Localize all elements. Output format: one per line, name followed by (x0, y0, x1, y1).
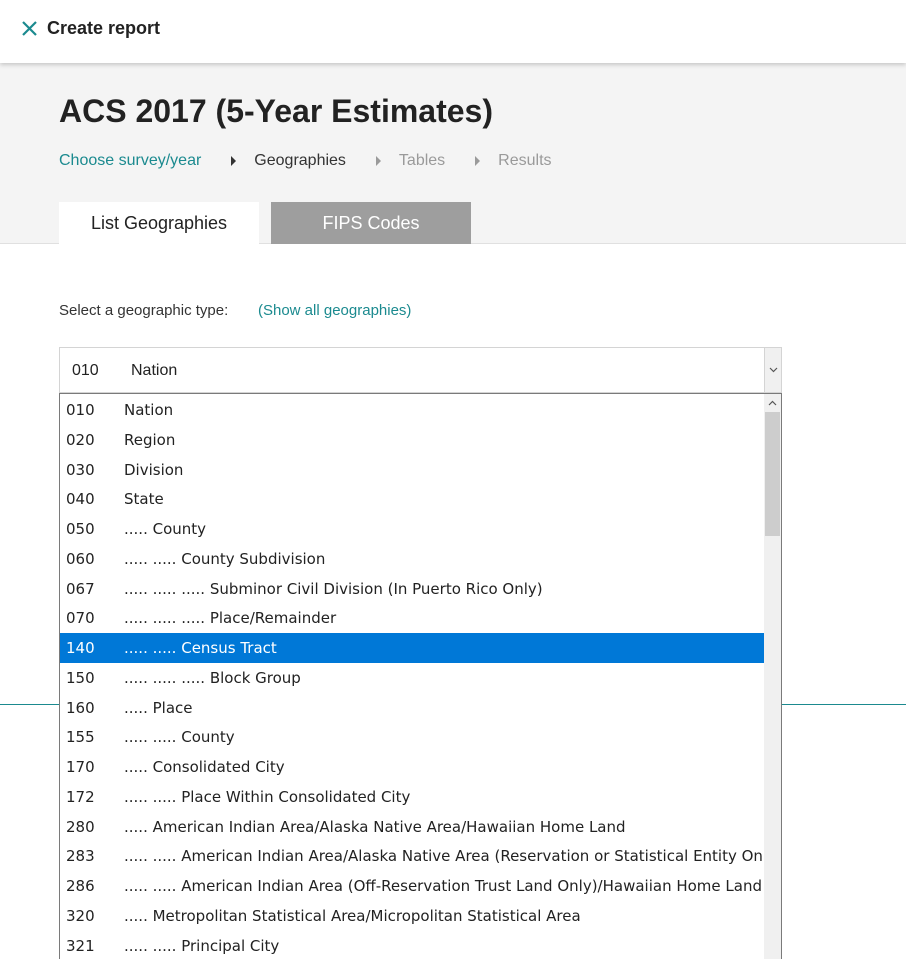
option-code: 067 (66, 579, 95, 598)
show-all-geographies-link[interactable]: (Show all geographies) (258, 302, 411, 320)
select-value: Nation (131, 362, 178, 379)
dropdown-option[interactable]: 286 ..... ..... American Indian Area (Off… (60, 871, 765, 901)
select-code: 010 (72, 362, 99, 379)
dropdown-option[interactable]: 160 ..... Place (60, 693, 765, 723)
tab-list-geographies[interactable]: List Geographies (59, 202, 259, 245)
top-bar: Create report (0, 0, 906, 63)
option-code: 283 (66, 847, 95, 866)
divider-line (782, 704, 906, 705)
step-tables: Tables (398, 152, 446, 169)
chevron-right-icon (231, 156, 237, 166)
option-name: ..... ..... County Subdivision (124, 549, 326, 568)
option-code: 070 (66, 609, 95, 628)
dropdown-option[interactable]: 280 ..... American Indian Area/Alaska Nat… (60, 812, 765, 842)
dialog-title: Create report (47, 18, 161, 38)
dropdown-option[interactable]: 067 ..... ..... ..... Subminor Civil Divi… (60, 574, 765, 604)
option-name: ..... ..... ..... Subminor Civil Divisio… (124, 579, 543, 598)
dropdown-option[interactable]: 040 State (60, 484, 765, 514)
option-code: 030 (66, 460, 95, 479)
geographic-type-dropdown[interactable]: 010 Nation 020 Region 030 Division 040 State… (59, 393, 782, 959)
option-name: ..... ..... ..... Block Group (124, 668, 301, 687)
dropdown-option[interactable]: 283 ..... ..... American Indian Area/Alas… (60, 841, 781, 871)
close-icon[interactable] (19, 17, 41, 39)
option-code: 160 (66, 698, 95, 717)
option-code: 286 (66, 877, 95, 895)
dropdown-option[interactable]: 170 ..... Consolidated City (60, 752, 765, 782)
scrollbar-thumb[interactable] (765, 412, 780, 536)
option-code: 320 (66, 906, 95, 925)
dropdown-option[interactable]: 150 ..... ..... ..... Block Group (60, 663, 765, 693)
dropdown-option[interactable]: 050 ..... County (60, 514, 765, 544)
option-name: ..... ..... American Indian Area (Off-Re… (124, 877, 762, 895)
option-code: 150 (66, 668, 95, 687)
option-code: 010 (66, 401, 95, 419)
dropdown-option[interactable]: 321 ..... ..... Principal City (60, 931, 765, 959)
option-name: ..... Consolidated City (124, 758, 285, 776)
option-code: 060 (66, 549, 95, 568)
dropdown-scrollbar[interactable] (764, 394, 781, 959)
dropdown-option[interactable]: 030 Division (60, 455, 765, 485)
dropdown-option[interactable]: 172 ..... ..... Place Within Consolidated… (60, 782, 765, 812)
step-geographies: Geographies (254, 152, 346, 169)
option-name: ..... ..... Principal City (124, 936, 280, 955)
scroll-up-arrow-icon[interactable] (764, 394, 781, 411)
dropdown-option-selected[interactable]: 140 ..... ..... Census Tract (60, 633, 765, 663)
dropdown-option[interactable]: 060 ..... ..... County Subdivision (60, 544, 765, 574)
step-choose-survey[interactable]: Choose survey/year (59, 151, 201, 171)
option-name: ..... ..... American Indian Area/Alaska … (124, 847, 782, 866)
dropdown-option[interactable]: 010 Nation (60, 395, 765, 425)
option-name: ..... Place (124, 698, 193, 717)
option-code: 020 (66, 430, 95, 449)
option-name: Nation (124, 401, 174, 419)
option-name: Division (124, 460, 184, 479)
chevron-down-icon[interactable] (764, 348, 781, 392)
option-code: 140 (66, 639, 95, 657)
option-code: 040 (66, 490, 95, 509)
dropdown-option[interactable]: 155 ..... ..... County (60, 722, 765, 752)
option-code: 170 (66, 758, 95, 776)
chevron-right-icon (475, 156, 481, 166)
breadcrumb: Choose survey/year Geographies Tables Re… (59, 151, 552, 171)
tab-fips-codes[interactable]: FIPS Codes (271, 202, 471, 244)
option-name: State (124, 490, 164, 509)
option-name: ..... ..... County (124, 728, 235, 747)
option-code: 172 (66, 787, 95, 806)
option-name: ..... County (124, 520, 207, 538)
dropdown-option[interactable]: 320 ..... Metropolitan Statistical Area/M… (60, 901, 765, 931)
report-header: ACS 2017 (5-Year Estimates) Choose surve… (0, 63, 906, 245)
option-name: Region (124, 430, 176, 449)
divider-line (0, 704, 59, 705)
option-name: ..... ..... ..... Place/Remainder (124, 609, 337, 628)
page-title: ACS 2017 (5-Year Estimates) (59, 93, 493, 129)
dropdown-option[interactable]: 070 ..... ..... ..... Place/Remainder (60, 603, 765, 633)
option-name: ..... Metropolitan Statistical Area/Micr… (124, 906, 581, 925)
option-code: 321 (66, 936, 95, 955)
option-code: 280 (66, 817, 95, 836)
option-name: ..... American Indian Area/Alaska Native… (124, 817, 626, 836)
chevron-right-icon (375, 156, 381, 166)
option-code: 155 (66, 728, 95, 747)
geographic-type-select[interactable]: 010 Nation (59, 347, 782, 393)
geographic-type-label: Select a geographic type: (59, 302, 229, 319)
option-code: 050 (66, 520, 95, 538)
step-results: Results (498, 152, 552, 169)
dropdown-option[interactable]: 020 Region (60, 425, 765, 455)
option-name: ..... ..... Census Tract (124, 639, 277, 657)
option-name: ..... ..... Place Within Consolidated Ci… (124, 787, 411, 806)
